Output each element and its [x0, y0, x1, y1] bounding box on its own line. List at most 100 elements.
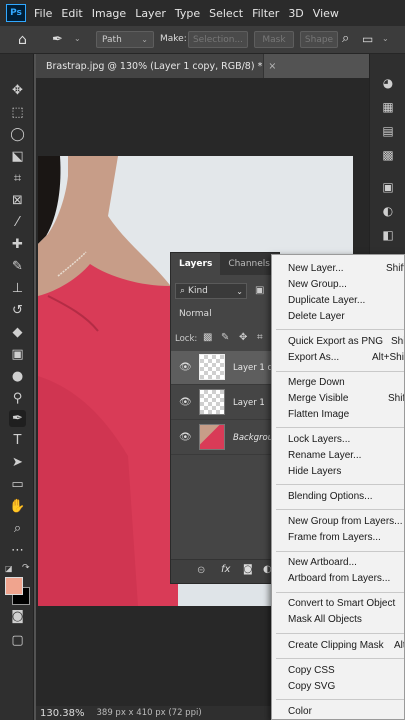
gradients-panel-icon[interactable]: ▤ — [380, 124, 396, 138]
pen-tool-icon[interactable]: ✒ — [9, 410, 26, 427]
lock-paint-icon[interactable]: ✎ — [221, 332, 229, 343]
fx-icon[interactable]: fx — [221, 564, 230, 575]
screen-mode-icon[interactable]: ▢ — [9, 632, 26, 649]
chevron-down-icon[interactable]: ⌄ — [382, 34, 389, 43]
chevron-down-icon: ⌄ — [141, 35, 148, 44]
shape-button[interactable]: Shape — [300, 31, 338, 48]
visibility-eye-icon[interactable]: 👁 — [179, 397, 192, 408]
menu-layer[interactable]: Layer — [135, 7, 166, 20]
menu-file[interactable]: File — [34, 7, 52, 20]
crop-tool-icon[interactable]: ⌗ — [9, 170, 26, 187]
menu-item-blending-options[interactable]: Blending Options... — [288, 491, 373, 502]
menu-item-rename-layer[interactable]: Rename Layer... — [288, 450, 361, 461]
layer-row[interactable]: 👁 Background — [171, 421, 284, 455]
menu-view[interactable]: View — [313, 7, 339, 20]
menu-item-create-clipping-mask[interactable]: Create Clipping Mask — [288, 640, 384, 651]
color-panel-icon[interactable]: ◕ — [380, 76, 396, 90]
link-layers-icon[interactable]: ⊝ — [197, 565, 205, 576]
clone-stamp-icon[interactable]: ⊥ — [9, 280, 26, 297]
layer-name[interactable]: Layer 1 — [233, 398, 265, 408]
lock-artboard-icon[interactable]: ⌗ — [257, 332, 263, 343]
foreground-color-swatch[interactable] — [5, 577, 23, 595]
pen-mode-select[interactable]: Path ⌄ — [96, 31, 154, 48]
menu-image[interactable]: Image — [92, 7, 126, 20]
libraries-panel-icon[interactable]: ▣ — [380, 180, 396, 194]
menu-item-new-artboard[interactable]: New Artboard... — [288, 557, 357, 568]
mask-button[interactable]: Mask — [254, 31, 294, 48]
menu-item-mask-all-objects[interactable]: Mask All Objects — [288, 614, 362, 625]
hand-tool-icon[interactable]: ✋ — [9, 498, 26, 515]
menu-item-new-group[interactable]: New Group... — [288, 279, 347, 290]
eraser-tool-icon[interactable]: ◆ — [9, 324, 26, 341]
selection-button[interactable]: Selection... — [188, 31, 248, 48]
workspace-icon[interactable]: ▭ — [362, 32, 373, 46]
path-selection-icon[interactable]: ➤ — [9, 454, 26, 471]
menu-item-delete-layer[interactable]: Delete Layer — [288, 311, 345, 322]
layer-row[interactable]: 👁 Layer 1 copy — [171, 351, 288, 385]
document-tab[interactable]: Brastrap.jpg @ 130% (Layer 1 copy, RGB/8… — [36, 54, 276, 78]
close-icon[interactable]: × — [268, 61, 276, 72]
patterns-panel-icon[interactable]: ▩ — [380, 148, 396, 162]
rectangle-tool-icon[interactable]: ▭ — [9, 476, 26, 493]
swatches-panel-icon[interactable]: ▦ — [380, 100, 396, 114]
menu-filter[interactable]: Filter — [252, 7, 279, 20]
eyedropper-tool-icon[interactable]: ⁄ — [9, 214, 26, 231]
menu-item-copy-svg[interactable]: Copy SVG — [288, 681, 335, 692]
menu-item-merge-visible[interactable]: Merge Visible — [288, 393, 348, 404]
adjustments-panel-icon[interactable]: ◐ — [380, 204, 396, 218]
menu-item-color[interactable]: Color — [288, 706, 312, 717]
lock-position-icon[interactable]: ✥ — [239, 332, 247, 343]
menu-edit[interactable]: Edit — [61, 7, 82, 20]
tab-channels[interactable]: Channels — [220, 259, 278, 275]
chevron-down-icon[interactable]: ⌄ — [74, 34, 81, 43]
menu-item-artboard-from-layers[interactable]: Artboard from Layers... — [288, 573, 390, 584]
image-filter-icon[interactable]: ▣ — [255, 285, 264, 296]
menu-item-export-as[interactable]: Export As... — [288, 352, 339, 363]
move-tool-icon[interactable]: ✥ — [9, 82, 26, 99]
menu-type[interactable]: Type — [175, 7, 200, 20]
add-mask-icon[interactable]: ◙ — [243, 564, 253, 575]
type-tool-icon[interactable]: T — [9, 432, 26, 449]
history-brush-icon[interactable]: ↺ — [9, 302, 26, 319]
quick-mask-icon[interactable]: ◙ — [9, 608, 26, 625]
tab-layers[interactable]: Layers — [171, 253, 221, 275]
visibility-eye-icon[interactable]: 👁 — [179, 362, 192, 373]
menu-item-copy-css[interactable]: Copy CSS — [288, 665, 335, 676]
menu-item-new-layer[interactable]: New Layer... — [288, 263, 344, 274]
zoom-tool-icon[interactable]: ⌕ — [9, 520, 26, 537]
healing-brush-icon[interactable]: ✚ — [9, 236, 26, 253]
menu-item-hide-layers[interactable]: Hide Layers — [288, 466, 341, 477]
menu-item-convert-to-smart-object[interactable]: Convert to Smart Object — [288, 598, 395, 609]
lock-transparent-icon[interactable]: ▩ — [203, 332, 212, 343]
gradient-tool-icon[interactable]: ▣ — [9, 346, 26, 363]
zoom-level[interactable]: 130.38% — [40, 708, 85, 719]
object-select-tool-icon[interactable]: ⬕ — [9, 148, 26, 165]
menu-item-flatten-image[interactable]: Flatten Image — [288, 409, 349, 420]
visibility-eye-icon[interactable]: 👁 — [179, 432, 192, 443]
document-info[interactable]: 389 px x 410 px (72 ppi) — [97, 708, 202, 718]
menu-item-duplicate-layer[interactable]: Duplicate Layer... — [288, 295, 365, 306]
menu-item-new-group-from-layers[interactable]: New Group from Layers... — [288, 516, 402, 527]
more-tools-icon[interactable]: ⋯ — [9, 542, 26, 559]
home-icon[interactable]: ⌂ — [18, 32, 27, 48]
menu-item-quick-export[interactable]: Quick Export as PNG — [288, 336, 383, 347]
menu-select[interactable]: Select — [209, 7, 243, 20]
pen-tool-preset-icon[interactable]: ✒ — [52, 32, 63, 47]
layer-filter-select[interactable]: ⌕ Kind ⌄ — [175, 283, 247, 299]
brush-tool-icon[interactable]: ✎ — [9, 258, 26, 275]
default-colors-icon[interactable]: ◪ — [5, 564, 13, 573]
properties-panel-icon[interactable]: ◧ — [380, 228, 396, 242]
menu-item-lock-layers[interactable]: Lock Layers... — [288, 434, 350, 445]
search-icon[interactable]: ⌕ — [342, 31, 349, 46]
blur-tool-icon[interactable]: ● — [9, 368, 26, 385]
layer-row[interactable]: 👁 Layer 1 — [171, 386, 281, 420]
marquee-tool-icon[interactable]: ⬚ — [9, 104, 26, 121]
blend-mode-select[interactable]: Normal — [175, 309, 279, 325]
swap-colors-icon[interactable]: ↷ — [22, 563, 30, 573]
menu-3d[interactable]: 3D — [288, 7, 303, 20]
menu-item-frame-from-layers[interactable]: Frame from Layers... — [288, 532, 381, 543]
frame-tool-icon[interactable]: ⊠ — [9, 192, 26, 209]
dodge-tool-icon[interactable]: ⚲ — [9, 390, 26, 407]
menu-item-merge-down[interactable]: Merge Down — [288, 377, 345, 388]
lasso-tool-icon[interactable]: ◯ — [9, 126, 26, 143]
